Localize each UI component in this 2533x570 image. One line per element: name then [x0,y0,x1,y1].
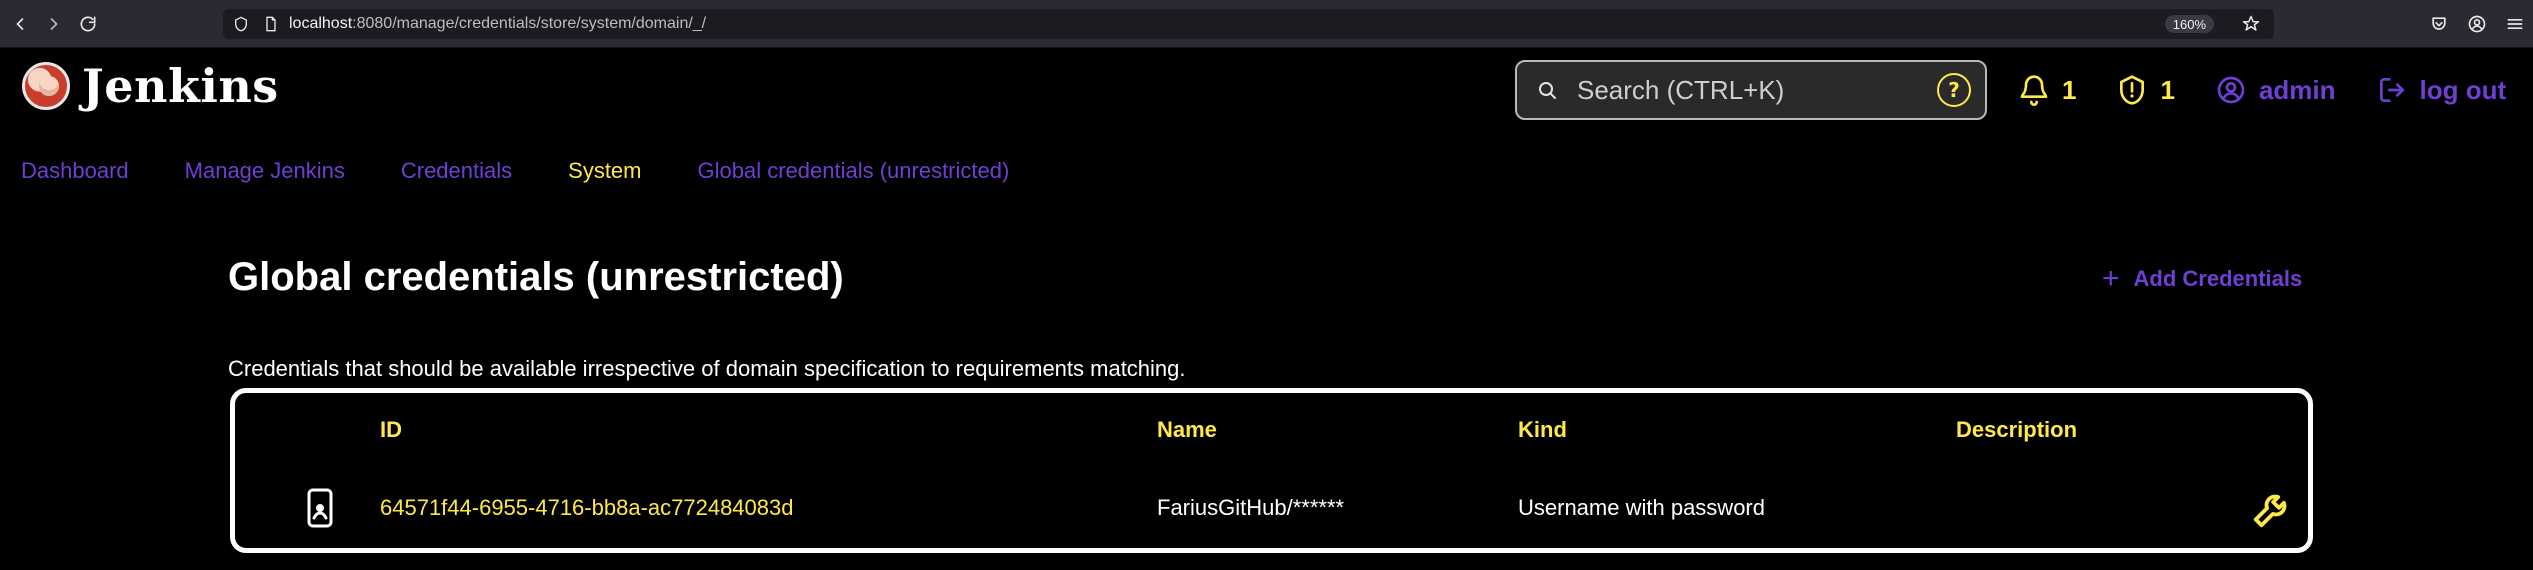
user-name: admin [2258,74,2336,105]
brand[interactable]: Jenkins [22,62,279,110]
account-icon[interactable] [2467,14,2487,34]
credential-type-icon [305,488,335,528]
search-input[interactable] [1575,70,1937,110]
notifications-button[interactable]: 1 [2018,74,2076,106]
breadcrumb-dashboard[interactable]: Dashboard [21,158,129,184]
credentials-table: ID Name Kind Description 64571f44-6955-4… [230,388,2313,553]
page-icon [266,16,276,32]
user-menu[interactable]: admin [2215,74,2336,106]
header-actions: 1 1 admin log out [2018,70,2506,110]
notifications-count: 1 [2062,74,2077,105]
menu-icon[interactable] [2505,14,2525,34]
credential-kind: Username with password [1518,495,1765,520]
address-bar[interactable]: localhost:8080/manage/credentials/store/… [223,9,2274,39]
security-count: 1 [2160,74,2175,105]
security-button[interactable]: 1 [2116,74,2175,106]
search-help-icon[interactable]: ? [1937,73,1971,107]
search-icon [1539,82,1556,99]
page-description: Credentials that should be available irr… [228,356,1186,381]
credential-name: FariusGitHub/****** [1157,495,1345,520]
wrench-icon [2253,494,2287,528]
breadcrumb-manage-jenkins[interactable]: Manage Jenkins [185,158,345,184]
search-box[interactable]: ? [1515,60,1987,120]
shield-icon [235,16,247,32]
logout-label: log out [2419,74,2507,105]
breadcrumb-global-credentials[interactable]: Global credentials (unrestricted) [698,158,1010,184]
page-title: Global credentials (unrestricted) [228,255,844,299]
brand-name: Jenkins [82,59,279,113]
address-bar-icons [233,16,279,32]
breadcrumb-credentials[interactable]: Credentials [401,158,512,184]
add-credentials-button[interactable]: + Add Credentials [2102,264,2302,294]
url-path: :8080/manage/credentials/store/system/do… [352,15,707,32]
column-description[interactable]: Description [1956,417,2077,443]
user-icon [2217,76,2245,104]
breadcrumb-system[interactable]: System [568,158,641,184]
configure-credential-button[interactable] [2250,485,2296,531]
bookmark-star-icon[interactable] [2242,15,2260,33]
credential-id-link[interactable]: 64571f44-6955-4716-bb8a-ac772484083d [380,495,793,521]
forward-icon[interactable] [40,10,68,38]
logout-button[interactable]: log out [2376,74,2507,106]
plus-icon: + [2102,262,2120,295]
reload-icon[interactable] [74,10,102,38]
url-host: localhost [289,15,353,32]
browser-right-tools [2429,10,2525,38]
browser-toolbar: localhost:8080/manage/credentials/store/… [0,0,2533,48]
security-alert-icon [2120,75,2145,105]
back-icon[interactable] [6,10,34,38]
breadcrumb: Dashboard Manage Jenkins Credentials Sys… [21,158,1009,184]
column-id[interactable]: ID [380,417,402,443]
zoom-level[interactable]: 160% [2164,15,2214,33]
column-name[interactable]: Name [1157,417,1217,443]
bell-icon [2020,75,2048,106]
pocket-icon[interactable] [2429,14,2449,34]
jenkins-header: Jenkins ? 1 1 [0,48,2533,132]
jenkins-logo-icon [22,62,70,110]
column-kind[interactable]: Kind [1518,417,1567,443]
add-credentials-label: Add Credentials [2133,266,2303,291]
logout-icon [2379,78,2404,102]
